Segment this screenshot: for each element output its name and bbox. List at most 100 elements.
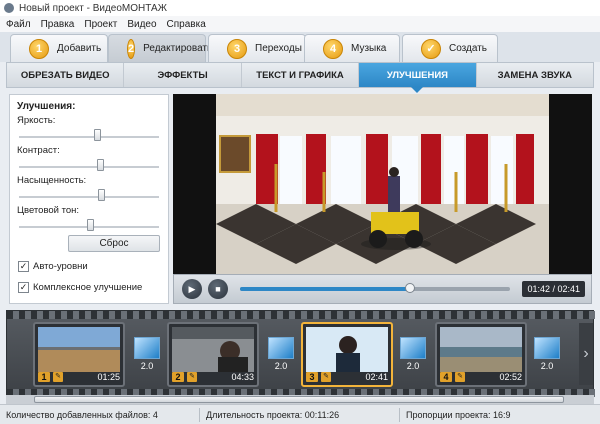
transition-icon (534, 337, 560, 359)
step-add[interactable]: 1 Добавить (10, 34, 108, 62)
tab-effects[interactable]: ЭФФЕКТЫ (124, 63, 242, 87)
saturation-track[interactable] (19, 196, 159, 198)
video-preview[interactable] (173, 94, 592, 274)
enhancements-panel: Улучшения: Яркость: Контраст: Насыщеннос… (9, 94, 169, 304)
play-button[interactable]: ▶ (182, 279, 202, 299)
complex-enhance-checkbox[interactable]: ✓ (18, 282, 29, 293)
edit-pencil-icon[interactable]: ✎ (53, 372, 63, 382)
clip-card[interactable]: 1 ✎ 01:25 (33, 322, 125, 387)
tab-enhancements[interactable]: УЛУЧШЕНИЯ (359, 63, 477, 93)
contrast-slider-thumb[interactable] (96, 159, 104, 171)
edit-pencil-icon[interactable]: ✎ (321, 372, 331, 382)
hue-slider-thumb[interactable] (87, 219, 94, 231)
tab-replace-audio[interactable]: ЗАМЕНА ЗВУКА (477, 63, 593, 87)
brightness-slider-thumb[interactable] (94, 129, 102, 141)
step-label: Создать (449, 43, 488, 54)
transition-slot[interactable]: 2.0 (399, 337, 427, 373)
clip-duration: 02:41 (365, 372, 388, 382)
menu-edit[interactable]: Правка (41, 19, 75, 30)
clip-card[interactable]: 4 ✎ 02:52 (435, 322, 527, 387)
auto-levels-checkbox[interactable]: ✓ (18, 261, 29, 272)
clip-index: 3 (306, 372, 318, 382)
transition-duration: 2.0 (406, 361, 420, 371)
clip-index: 4 (440, 372, 452, 382)
step-transitions[interactable]: 3 Переходы (208, 34, 306, 62)
step-number-badge: 4 (323, 38, 343, 59)
storyboard: 1 ✎ 01:25 2.0 2 ✎ 04:33 2.0 3 ✎ 02:41 2.… (6, 310, 595, 397)
edit-pencil-icon[interactable]: ✎ (455, 372, 465, 382)
clip-thumbnail (306, 327, 388, 372)
transition-icon (400, 337, 426, 359)
saturation-row: Насыщенность: (17, 175, 161, 205)
menu-project[interactable]: Проект (84, 19, 117, 30)
checkmark-icon: ✓ (421, 38, 441, 59)
menu-help[interactable]: Справка (167, 19, 206, 30)
transition-icon (134, 337, 160, 359)
clip-thumbnail (172, 327, 254, 372)
step-music[interactable]: 4 Музыка (304, 34, 400, 62)
player-controls: ▶ ■ 01:42 / 02:41 (173, 274, 592, 304)
transition-slot[interactable]: 2.0 (133, 337, 161, 373)
menu-bar: Файл Правка Проект Видео Справка (0, 16, 600, 32)
clip-duration: 02:52 (499, 372, 522, 382)
step-label: Музыка (351, 43, 387, 54)
status-files-count: Количество добавленных файлов: 4 (0, 407, 200, 422)
contrast-label: Контраст: (17, 145, 60, 156)
step-label: Редактировать (143, 43, 213, 54)
clip-card-selected[interactable]: 3 ✎ 02:41 (301, 322, 393, 387)
transition-slot[interactable]: 2.0 (533, 337, 561, 373)
stop-button[interactable]: ■ (208, 279, 228, 299)
menu-file[interactable]: Файл (6, 19, 31, 30)
step-create[interactable]: ✓ Создать (402, 34, 498, 62)
seek-bar[interactable] (240, 283, 511, 293)
transition-slot[interactable]: 2.0 (267, 337, 295, 373)
transition-duration: 2.0 (274, 361, 288, 371)
complex-enhance-label: Комплексное улучшение (33, 282, 143, 293)
seek-handle[interactable] (405, 283, 416, 293)
brightness-row: Яркость: (17, 115, 161, 145)
menu-video[interactable]: Видео (127, 19, 156, 30)
clip-index: 2 (172, 372, 184, 382)
step-edit[interactable]: 2 Редактировать (108, 34, 212, 62)
clip-card[interactable]: 2 ✎ 04:33 (167, 322, 259, 387)
brightness-label: Яркость: (17, 115, 56, 126)
time-display: 01:42 / 02:41 (522, 281, 585, 297)
contrast-track[interactable] (19, 166, 159, 168)
edit-pencil-icon[interactable]: ✎ (187, 372, 197, 382)
scrollbar-thumb[interactable] (34, 396, 564, 403)
contrast-row: Контраст: (17, 145, 161, 175)
clip-duration: 04:33 (231, 372, 254, 382)
clip-thumbnail (440, 327, 522, 372)
tab-text-graphics[interactable]: ТЕКСТ И ГРАФИКА (242, 63, 360, 87)
saturation-label: Насыщенность: (17, 175, 87, 186)
saturation-slider-thumb[interactable] (98, 189, 106, 201)
reset-button[interactable]: Сброс (68, 235, 160, 252)
film-strip-top (7, 311, 595, 319)
auto-levels-label: Авто-уровни (33, 261, 88, 272)
brightness-track[interactable] (19, 136, 159, 138)
auto-levels-row[interactable]: ✓ Авто-уровни (18, 261, 88, 272)
clip-thumbnail (38, 327, 120, 372)
step-label: Добавить (57, 43, 102, 54)
step-number-badge: 3 (227, 38, 247, 59)
hue-label: Цветовой тон: (17, 205, 80, 216)
tab-trim-video[interactable]: ОБРЕЗАТЬ ВИДЕО (7, 63, 125, 87)
status-aspect: Пропорции проекта: 16:9 (406, 409, 511, 420)
storyboard-scrollbar[interactable] (6, 395, 594, 404)
workflow-steps: 1 Добавить 2 Редактировать 3 Переходы 4 … (0, 32, 600, 62)
clip-duration: 01:25 (97, 372, 120, 382)
complex-enhance-row[interactable]: ✓ Комплексное улучшение (18, 282, 142, 293)
transition-duration: 2.0 (540, 361, 554, 371)
seek-progress (240, 287, 411, 291)
enhancements-title: Улучшения: (17, 101, 76, 112)
transition-duration: 2.0 (140, 361, 154, 371)
palace-hall-image (216, 94, 549, 274)
transition-icon (268, 337, 294, 359)
clip-index: 1 (38, 372, 50, 382)
hue-row: Цветовой тон: (17, 205, 161, 235)
window-title: Новый проект - ВидеоМОНТАЖ (19, 2, 167, 14)
chevron-right-icon[interactable]: › (579, 323, 593, 385)
step-number-badge: 2 (127, 38, 136, 59)
title-bar: Новый проект - ВидеоМОНТАЖ (0, 0, 600, 16)
status-duration: Длительность проекта: 00:11:26 (200, 407, 400, 422)
